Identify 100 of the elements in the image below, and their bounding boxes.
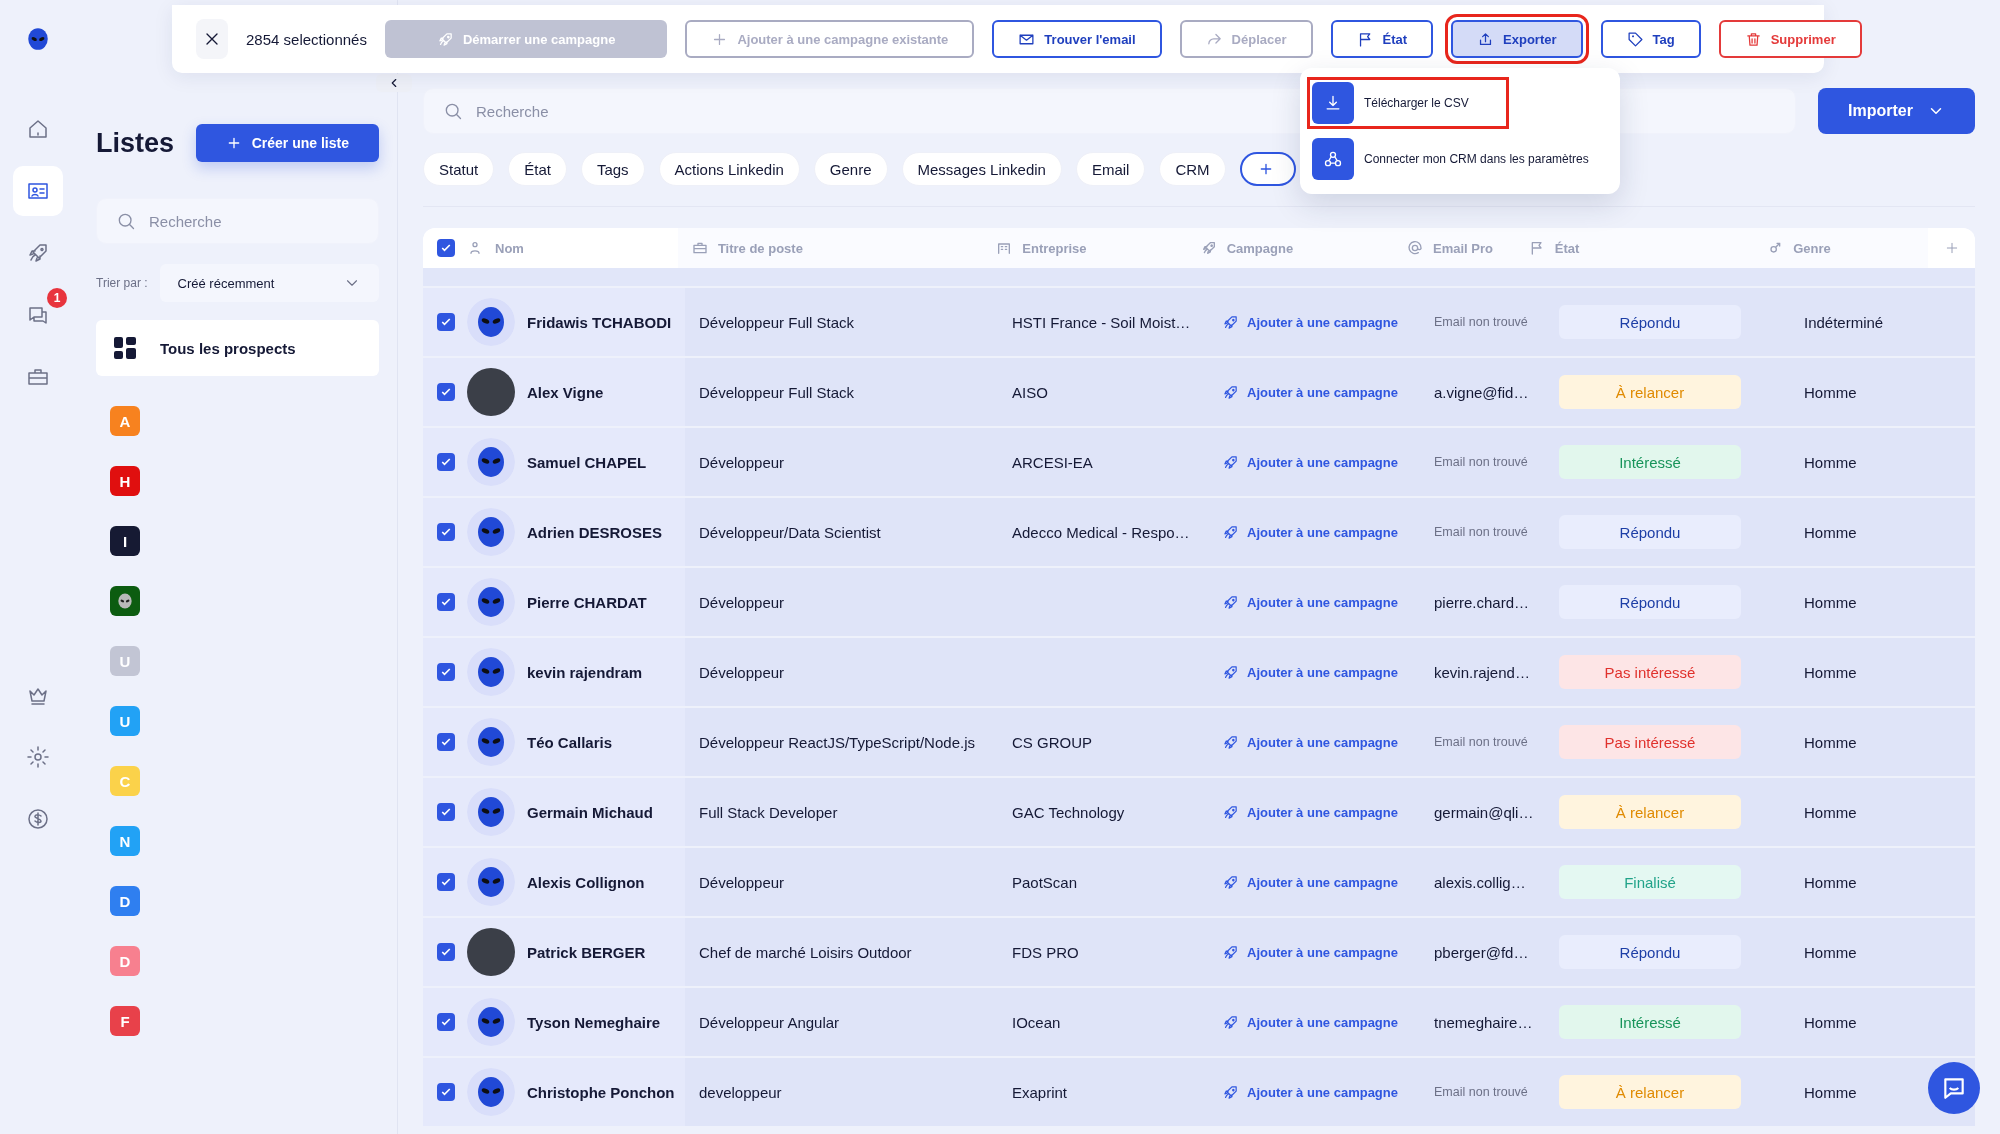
filter-chip[interactable]: État (508, 152, 567, 186)
check-icon (440, 1016, 452, 1028)
company-name: Exaprint (1012, 1083, 1068, 1101)
list-tile[interactable]: F (110, 1006, 140, 1036)
filter-chip[interactable]: Actions Linkedin (658, 152, 800, 186)
prospect-name[interactable]: Téo Callaris (527, 733, 613, 751)
add-to-campaign-link[interactable]: Ajouter à une campagne (1222, 383, 1398, 401)
column-header[interactable]: Email Pro (1432, 240, 1493, 256)
prospect-name[interactable]: Christophe Ponchon (527, 1083, 675, 1101)
status-badge[interactable]: À relancer (1559, 375, 1741, 409)
row-checkbox[interactable] (437, 523, 455, 541)
add-to-campaign-link[interactable]: Ajouter à une campagne (1222, 313, 1398, 331)
filter-chip[interactable]: Tags (580, 152, 645, 186)
toolbar-button[interactable]: Trouver l'email (992, 20, 1162, 58)
row-checkbox[interactable] (437, 873, 455, 891)
list-tile[interactable]: D (110, 946, 140, 976)
job-title: Développeur Full Stack (699, 313, 855, 331)
prospect-name[interactable]: Alexis Collignon (527, 873, 645, 891)
filter-chip[interactable]: CRM (1159, 152, 1226, 186)
select-all-checkbox[interactable] (437, 239, 455, 257)
prospect-name[interactable]: Pierre CHARDAT (527, 593, 647, 611)
row-checkbox[interactable] (437, 733, 455, 751)
status-badge[interactable]: À relancer (1559, 1075, 1741, 1109)
menu-item[interactable]: Connecter mon CRM dans les paramètres (1312, 138, 1608, 180)
column-header[interactable]: Entreprise (1022, 240, 1087, 256)
add-to-campaign-link[interactable]: Ajouter à une campagne (1222, 803, 1398, 821)
status-badge[interactable]: Répondu (1559, 935, 1741, 969)
search-field[interactable]: Recherche (96, 198, 379, 244)
list-tile[interactable]: H (110, 466, 140, 496)
add-to-campaign-link[interactable]: Ajouter à une campagne (1222, 1083, 1398, 1101)
prospect-name[interactable]: Adrien DESROSES (527, 523, 663, 541)
all-prospects-item[interactable]: Tous les prospects (96, 320, 379, 376)
prospect-name[interactable]: Tyson Nemeghaire (527, 1013, 661, 1031)
status-badge[interactable]: Répondu (1559, 305, 1741, 339)
filter-chip[interactable]: Statut (423, 152, 495, 186)
add-to-campaign-link[interactable]: Ajouter à une campagne (1222, 453, 1398, 471)
toolbar-button[interactable]: Tag (1600, 20, 1701, 58)
row-checkbox[interactable] (437, 1013, 455, 1031)
rocket-icon (1222, 873, 1239, 891)
filter-chip[interactable]: Messages Linkedin (901, 152, 1062, 186)
row-checkbox[interactable] (437, 313, 455, 331)
prospect-name[interactable]: kevin rajendram (527, 663, 643, 681)
status-badge[interactable]: Intéressé (1559, 1005, 1741, 1039)
check-icon (440, 806, 452, 818)
column-header[interactable]: État (1554, 240, 1580, 256)
status-badge[interactable]: Pas intéressé (1559, 725, 1741, 759)
list-tile[interactable]: D (110, 886, 140, 916)
filter-chip[interactable]: Genre (813, 152, 888, 186)
add-to-campaign-link[interactable]: Ajouter à une campagne (1222, 943, 1398, 961)
row-checkbox[interactable] (437, 593, 455, 611)
row-checkbox[interactable] (437, 943, 455, 961)
prospect-name[interactable]: Germain Michaud (527, 803, 653, 821)
row-checkbox[interactable] (437, 663, 455, 681)
status-badge[interactable]: Intéressé (1559, 445, 1741, 479)
prospect-name[interactable]: Fridawis TCHABODI (527, 313, 672, 331)
add-to-campaign-link[interactable]: Ajouter à une campagne (1222, 663, 1398, 681)
list-tile[interactable]: A (110, 406, 140, 436)
row-checkbox[interactable] (437, 453, 455, 471)
row-checkbox[interactable] (437, 1083, 455, 1101)
status-badge[interactable]: Répondu (1559, 585, 1741, 619)
home-icon (26, 117, 50, 141)
status-badge[interactable]: Pas intéressé (1559, 655, 1741, 689)
add-to-campaign-link[interactable]: Ajouter à une campagne (1222, 593, 1398, 611)
column-header[interactable]: Titre de poste (717, 240, 803, 256)
alien-logo-icon[interactable] (25, 26, 51, 52)
column-header[interactable]: Genre (1793, 240, 1831, 256)
toolbar-button[interactable]: État (1330, 20, 1434, 58)
add-to-campaign-link[interactable]: Ajouter à une campagne (1222, 1013, 1398, 1031)
sort-dropdown[interactable]: Créé récemment (159, 264, 379, 302)
status-badge[interactable]: Finalisé (1559, 865, 1741, 899)
add-to-campaign-link[interactable]: Ajouter à une campagne (1222, 523, 1398, 541)
company-name: FDS PRO (1012, 943, 1079, 961)
row-checkbox[interactable] (437, 803, 455, 821)
status-badge[interactable]: Répondu (1559, 515, 1741, 549)
at-sign-icon (1406, 240, 1423, 256)
row-checkbox[interactable] (437, 383, 455, 401)
gender-text: Homme (1804, 593, 1857, 611)
nav-item[interactable] (13, 166, 63, 216)
close-button[interactable] (196, 19, 228, 59)
list-tile[interactable] (110, 586, 140, 616)
prospect-name[interactable]: Patrick BERGER (527, 943, 646, 961)
column-header[interactable]: Nom (495, 240, 524, 256)
prospect-name[interactable]: Samuel CHAPEL (527, 453, 647, 471)
email-text: Email non trouvé (1434, 455, 1528, 469)
import-button[interactable]: Importer (1818, 88, 1975, 134)
add-to-campaign-link[interactable]: Ajouter à une campagne (1222, 873, 1398, 891)
alien-avatar-icon (467, 788, 515, 836)
add-filter-button[interactable] (1239, 152, 1296, 186)
create-list-button[interactable]: Créer une liste (195, 124, 379, 162)
column-header[interactable]: Campagne (1226, 240, 1294, 256)
filter-chip[interactable]: Email (1075, 152, 1146, 186)
prospect-name[interactable]: Alex Vigne (527, 383, 604, 401)
toolbar-button[interactable]: Supprimer (1718, 20, 1862, 58)
collapse-button[interactable] (376, 74, 412, 92)
list-tile[interactable]: I (110, 526, 140, 556)
list-tile[interactable]: N (110, 826, 140, 856)
rocket-icon (1200, 240, 1217, 256)
status-badge[interactable]: À relancer (1559, 795, 1741, 829)
add-to-campaign-link[interactable]: Ajouter à une campagne (1222, 733, 1398, 751)
list-tile[interactable]: U (110, 706, 140, 736)
